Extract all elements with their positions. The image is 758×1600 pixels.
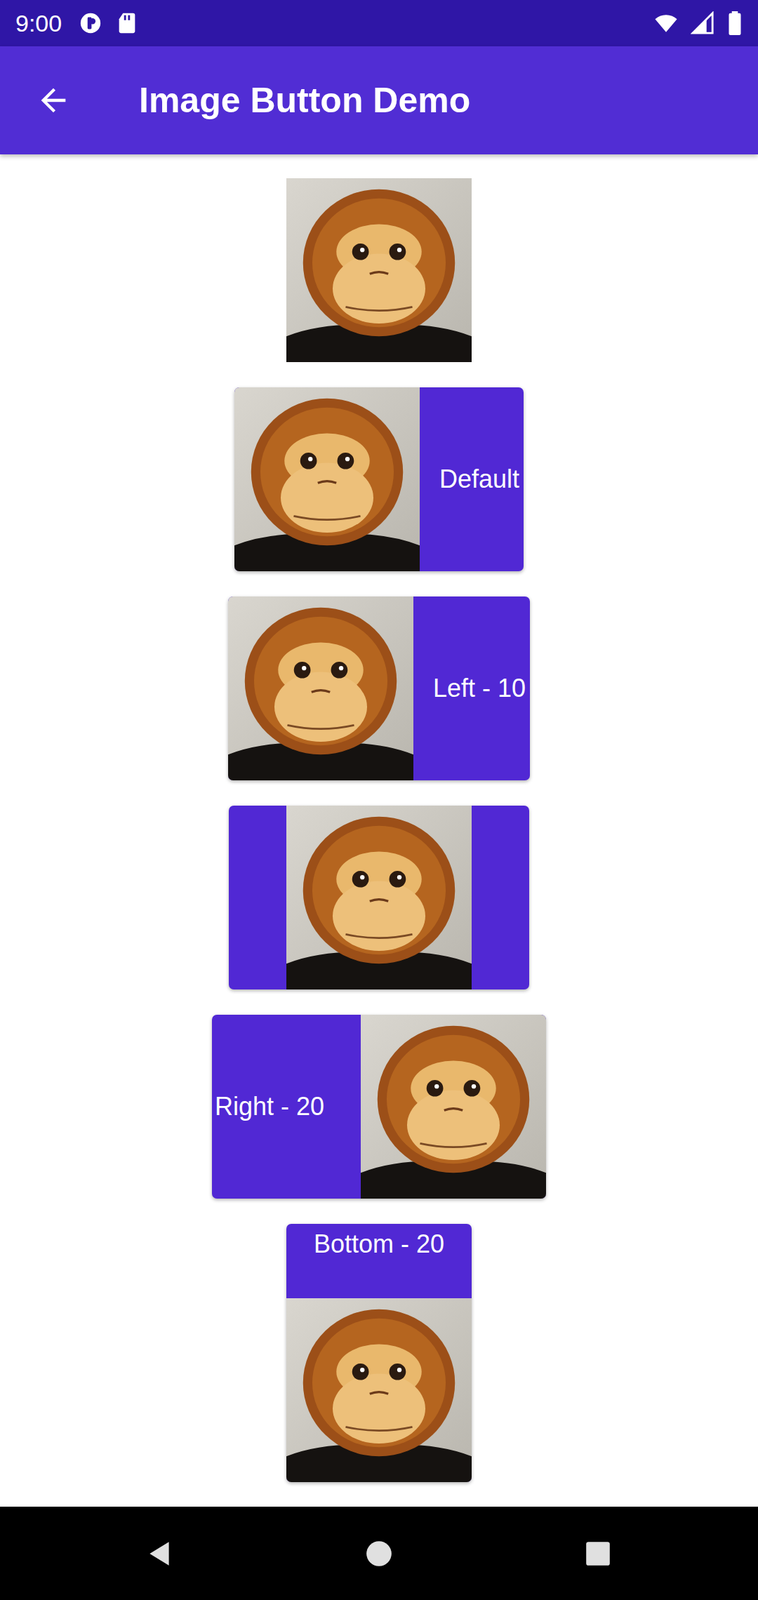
screen: 9:00 Image Button Demo Default Left - 10 Rig… — [0, 0, 758, 1600]
signal-icon — [690, 11, 715, 36]
nav-home-icon[interactable] — [364, 1539, 394, 1569]
status-time: 9:00 — [15, 9, 62, 38]
image-button[interactable]: Right - 20 — [211, 1014, 547, 1199]
image-button[interactable]: Default — [234, 387, 524, 572]
nav-recents-icon[interactable] — [583, 1539, 613, 1569]
sd-card-icon — [115, 11, 139, 36]
image-button[interactable] — [286, 178, 472, 363]
monkey-photo — [286, 178, 472, 363]
image-button[interactable]: Left - 10 — [228, 596, 530, 781]
battery-icon — [727, 11, 743, 36]
navigation-bar — [0, 1506, 758, 1600]
monkey-photo — [234, 387, 420, 572]
status-bar: 9:00 — [0, 0, 758, 47]
monkey-photo — [286, 805, 472, 990]
image-button[interactable]: Bottom - 20 — [286, 1224, 472, 1483]
button-label: Default — [419, 387, 524, 572]
app-notification-icon — [78, 11, 103, 36]
monkey-photo — [360, 1014, 547, 1199]
button-label: Right - 20 — [211, 1014, 361, 1199]
monkey-photo — [228, 596, 414, 781]
image-button[interactable] — [228, 805, 530, 990]
monkey-photo — [286, 1298, 472, 1483]
app-title: Image Button Demo — [138, 80, 471, 121]
wifi-icon — [654, 11, 678, 36]
nav-back-icon[interactable] — [145, 1539, 175, 1569]
button-label: Bottom - 20 — [286, 1224, 472, 1299]
back-arrow-icon[interactable] — [35, 82, 72, 119]
app-bar: Image Button Demo — [0, 46, 758, 155]
content: Default Left - 10 Right - 20 Bottom - 20 — [0, 154, 758, 1507]
button-label: Left - 10 — [413, 596, 530, 781]
